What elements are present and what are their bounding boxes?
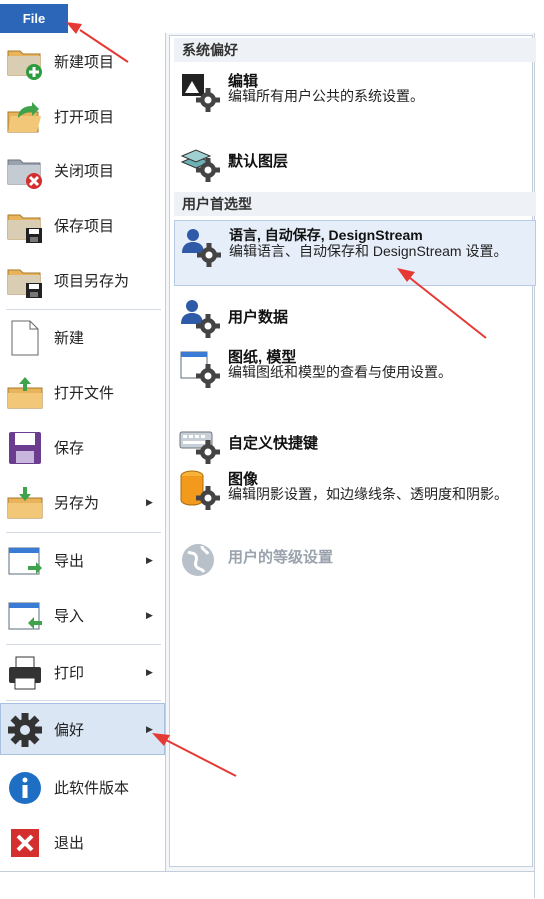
- keyboard-gear-icon: [179, 431, 220, 464]
- gear-icon: [8, 713, 42, 747]
- menu-item-open-project[interactable]: 打开项目: [0, 90, 165, 142]
- floppy-icon: [9, 432, 41, 464]
- pref-item-user-data[interactable]: 用户数据: [174, 292, 536, 342]
- menu-separator: [6, 309, 161, 310]
- user-data-icon: [181, 300, 220, 338]
- info-icon: [9, 772, 41, 804]
- export-icon: [8, 547, 42, 575]
- menu-item-close-project[interactable]: 关闭项目: [0, 144, 165, 196]
- menu-label: 新建: [54, 329, 85, 347]
- menu-label: 打开项目: [54, 108, 115, 126]
- menu-label: 退出: [54, 834, 85, 852]
- menu-item-import[interactable]: 导入 ▶: [0, 589, 165, 641]
- image-gear-icon: [180, 470, 220, 510]
- menu-label: 打开文件: [54, 384, 115, 402]
- menu-item-new[interactable]: 新建: [0, 311, 165, 363]
- layers-gear-icon: [180, 149, 220, 182]
- menu-item-about[interactable]: 此软件版本: [0, 761, 165, 813]
- submenu-arrow-icon: ▶: [146, 666, 153, 677]
- folder-save-icon: [7, 214, 42, 243]
- menu-label: 项目另存为: [54, 272, 130, 290]
- edit-settings-icon: [182, 74, 220, 112]
- user-gear-icon: [182, 229, 221, 267]
- open-file-icon: [7, 377, 43, 409]
- printer-icon: [9, 656, 41, 690]
- pref-item-title: 用户数据: [228, 309, 289, 326]
- menu-item-save-as[interactable]: 另存为 ▶: [0, 476, 165, 528]
- import-icon: [8, 602, 42, 630]
- folder-close-icon: [7, 159, 42, 189]
- menu-label: 打印: [54, 664, 85, 682]
- menu-label: 新建项目: [54, 53, 115, 71]
- menu-separator: [6, 532, 161, 533]
- status-bar: [0, 871, 534, 899]
- blank-page-icon: [11, 320, 39, 356]
- submenu-arrow-icon: ▶: [146, 723, 153, 734]
- pref-item-shortcuts[interactable]: 自定义快捷键: [174, 418, 536, 468]
- preferences-panel: 系统偏好 编辑 编辑所有用户公共的系统设置。 默认图层 用户首选型 语言, 自动…: [166, 33, 536, 871]
- menu-label: 导出: [54, 552, 85, 570]
- exit-icon: [11, 829, 39, 857]
- menu-label: 导入: [54, 607, 85, 625]
- menu-item-open-file[interactable]: 打开文件: [0, 366, 165, 418]
- menu-item-save-project-as[interactable]: 项目另存为: [0, 254, 165, 306]
- pref-item-desc: 编辑语言、自动保存和 DesignStream 设置。: [229, 243, 508, 259]
- save-as-icon: [7, 487, 43, 519]
- menu-item-export[interactable]: 导出 ▶: [0, 534, 165, 586]
- preferences-list: 系统偏好 编辑 编辑所有用户公共的系统设置。 默认图层 用户首选型 语言, 自动…: [169, 35, 536, 867]
- menu-item-print[interactable]: 打印 ▶: [0, 646, 165, 698]
- section-header: 用户首选型: [174, 192, 536, 216]
- pref-item-desc: 编辑阴影设置，如边缘线条、透明度和阴影。: [228, 486, 508, 502]
- menu-label: 另存为: [54, 494, 100, 512]
- drawing-model-icon: [180, 351, 220, 388]
- section-header: 系统偏好: [174, 38, 536, 62]
- folder-new-icon: [7, 50, 42, 80]
- pref-item-desc: 编辑所有用户公共的系统设置。: [228, 88, 424, 104]
- pref-item-user-level: 用户的等级设置: [174, 536, 536, 580]
- globe-icon: [182, 544, 214, 576]
- pref-item-title: 自定义快捷键: [228, 435, 319, 452]
- submenu-arrow-icon: ▶: [146, 609, 153, 620]
- pref-item-title: 语言, 自动保存, DesignStream: [229, 227, 423, 243]
- submenu-arrow-icon: ▶: [146, 496, 153, 507]
- menu-item-exit[interactable]: 退出: [0, 816, 165, 868]
- file-tab[interactable]: File: [0, 4, 68, 33]
- title-bar: File: [0, 0, 544, 34]
- pref-item-image[interactable]: 图像 编辑阴影设置，如边缘线条、透明度和阴影。: [174, 464, 536, 524]
- menu-item-save-project[interactable]: 保存项目: [0, 199, 165, 251]
- menu-label: 保存: [54, 439, 85, 457]
- pref-item-drawing-model[interactable]: 图纸, 模型 编辑图纸和模型的查看与使用设置。: [174, 342, 536, 402]
- menu-separator: [6, 644, 161, 645]
- menu-separator: [6, 700, 161, 701]
- pref-item-title: 用户的等级设置: [228, 549, 334, 566]
- submenu-arrow-icon: ▶: [146, 554, 153, 565]
- pref-item-default-layers[interactable]: 默认图层: [174, 136, 536, 186]
- pref-item-language-autosave[interactable]: 语言, 自动保存, DesignStream 编辑语言、自动保存和 Design…: [174, 220, 536, 286]
- pref-item-title: 默认图层: [228, 153, 289, 170]
- folder-save-as-icon: [7, 269, 42, 298]
- menu-item-preferences[interactable]: 偏好 ▶: [0, 703, 165, 755]
- menu-label: 关闭项目: [54, 162, 115, 180]
- menu-label: 此软件版本: [54, 779, 130, 797]
- pref-item-edit[interactable]: 编辑 编辑所有用户公共的系统设置。: [174, 66, 536, 126]
- pref-item-desc: 编辑图纸和模型的查看与使用设置。: [228, 364, 452, 380]
- menu-label: 保存项目: [54, 217, 115, 235]
- menu-item-save[interactable]: 保存: [0, 421, 165, 473]
- file-menu: 新建项目 打开项目 关闭项目 保存项目 项目另存为 新建 打开文件 保存 另存为…: [0, 33, 166, 871]
- menu-item-new-project[interactable]: 新建项目: [0, 35, 165, 87]
- folder-open-icon: [7, 102, 41, 133]
- menu-label: 偏好: [54, 721, 85, 739]
